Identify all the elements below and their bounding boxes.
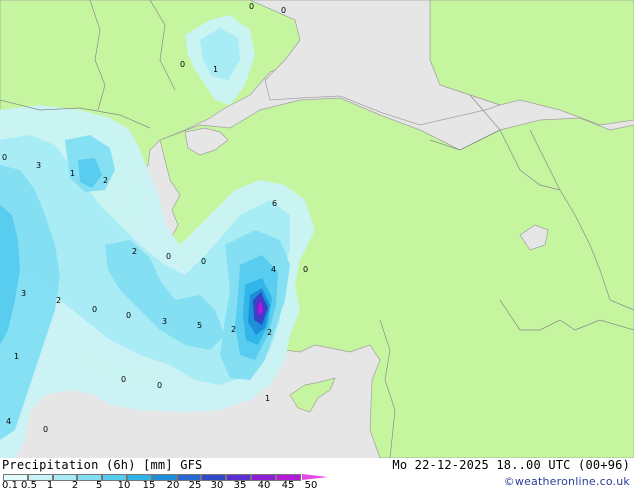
map-value: 0 <box>157 381 162 390</box>
color-scale-label: 40 <box>257 480 271 490</box>
map-value: 1 <box>70 169 75 178</box>
map-value: 1 <box>213 65 218 74</box>
map-panel: 0 0 1 0 0 3 1 2 6 0 2 0 0 4 3 2 0 0 3 5 … <box>0 0 634 458</box>
forecast-time: Mo 22-12-2025 18..00 UTC (00+96) <box>392 458 630 472</box>
map-value: 1 <box>265 394 270 403</box>
map-value: 2 <box>267 328 272 337</box>
color-scale-label: 45 <box>281 480 295 490</box>
map-value: 2 <box>103 176 108 185</box>
map-value: 0 <box>126 311 131 320</box>
color-scale-label: 10 <box>117 480 131 490</box>
color-scale-label: 50 <box>304 480 318 490</box>
map-value: 0 <box>121 375 126 384</box>
map-title: Precipitation (6h) [mm] GFS <box>2 458 203 472</box>
color-scale-label: 30 <box>210 480 224 490</box>
color-scale-label: 15 <box>142 480 156 490</box>
color-scale-label: 1 <box>46 480 54 490</box>
map-value: 3 <box>162 317 167 326</box>
map-value: 3 <box>21 289 26 298</box>
map-value: 0 <box>201 257 206 266</box>
color-scale-label: 5 <box>95 480 103 490</box>
map-value: 4 <box>271 265 276 274</box>
map-value: 3 <box>36 161 41 170</box>
map-value: 4 <box>6 417 11 426</box>
legend-footer: Precipitation (6h) [mm] GFS Mo 22-12-202… <box>0 458 634 490</box>
map-value: 5 <box>197 321 202 330</box>
map-value: 0 <box>43 425 48 434</box>
map-value: 6 <box>272 199 277 208</box>
map-value: 0 <box>92 305 97 314</box>
map-value: 2 <box>56 296 61 305</box>
map-value: 0 <box>249 2 254 11</box>
map-value: 2 <box>132 247 137 256</box>
map-value: 0 <box>303 265 308 274</box>
map-value: 0 <box>180 60 185 69</box>
map-value: 0 <box>166 252 171 261</box>
map-value: 1 <box>14 352 19 361</box>
credit-link[interactable]: ©weatheronline.co.uk <box>504 475 630 488</box>
color-scale-label: 0.1 <box>2 480 18 490</box>
color-scale-label: 35 <box>233 480 247 490</box>
color-scale-label: 0.5 <box>21 480 37 490</box>
map-value: 2 <box>231 325 236 334</box>
map-canvas: 0 0 1 0 0 3 1 2 6 0 2 0 0 4 3 2 0 0 3 5 … <box>0 0 634 458</box>
color-scale-label: 20 <box>166 480 180 490</box>
map-value: 0 <box>2 153 7 162</box>
color-scale-label: 25 <box>188 480 202 490</box>
map-value: 0 <box>281 6 286 15</box>
color-scale-label: 2 <box>71 480 79 490</box>
